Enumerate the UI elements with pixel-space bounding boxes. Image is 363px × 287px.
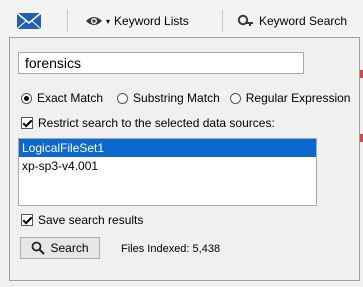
data-source-list[interactable]: LogicalFileSet1 xp-sp3-v4.001 bbox=[18, 138, 317, 206]
magnifier-key-icon bbox=[237, 14, 253, 26]
files-indexed-count: Files Indexed: 5,438 bbox=[121, 243, 221, 255]
substring-match-radio[interactable] bbox=[117, 92, 129, 104]
list-item[interactable]: xp-sp3-v4.001 bbox=[19, 157, 316, 175]
regex-label: Regular Expression bbox=[245, 91, 351, 105]
keyword-search-label: Keyword Search bbox=[259, 14, 348, 28]
save-results-option[interactable]: Save search results bbox=[21, 213, 143, 227]
toolbar-separator bbox=[222, 10, 223, 32]
chevron-down-icon: ▾ bbox=[106, 16, 111, 26]
exact-match-option[interactable]: Exact Match bbox=[21, 91, 103, 105]
toolbar-separator bbox=[67, 10, 68, 32]
substring-match-option[interactable]: Substring Match bbox=[117, 91, 220, 105]
keyword-lists-button[interactable]: ▾ Keyword Lists bbox=[85, 10, 189, 32]
save-results-label: Save search results bbox=[38, 213, 144, 227]
list-item[interactable]: LogicalFileSet1 bbox=[19, 139, 316, 157]
envelope-icon bbox=[16, 12, 42, 30]
search-button-label: Search bbox=[50, 241, 89, 255]
exact-match-radio[interactable] bbox=[21, 92, 32, 104]
regex-option[interactable]: Regular Expression bbox=[229, 91, 351, 105]
email-button[interactable] bbox=[10, 8, 48, 34]
search-icon bbox=[32, 241, 46, 255]
search-input[interactable] bbox=[18, 52, 304, 74]
eye-icon bbox=[86, 17, 102, 25]
substring-match-label: Substring Match bbox=[133, 91, 220, 105]
regex-radio[interactable] bbox=[229, 92, 241, 104]
restrict-search-label: Restrict search to the selected data sou… bbox=[38, 116, 275, 130]
restrict-search-checkbox[interactable] bbox=[21, 117, 33, 129]
exact-match-label: Exact Match bbox=[37, 91, 104, 105]
match-type-group: Exact Match Substring Match Regular Expr… bbox=[21, 91, 350, 105]
search-button[interactable]: Search bbox=[20, 237, 100, 259]
keyword-search-button[interactable]: Keyword Search bbox=[237, 10, 347, 32]
restrict-search-option[interactable]: Restrict search to the selected data sou… bbox=[21, 116, 275, 130]
save-results-checkbox[interactable] bbox=[21, 214, 33, 226]
toolbar: ▾ Keyword Lists Keyword Search bbox=[0, 0, 363, 40]
keyword-search-panel: Exact Match Substring Match Regular Expr… bbox=[9, 37, 360, 281]
keyword-lists-label: Keyword Lists bbox=[114, 14, 189, 28]
